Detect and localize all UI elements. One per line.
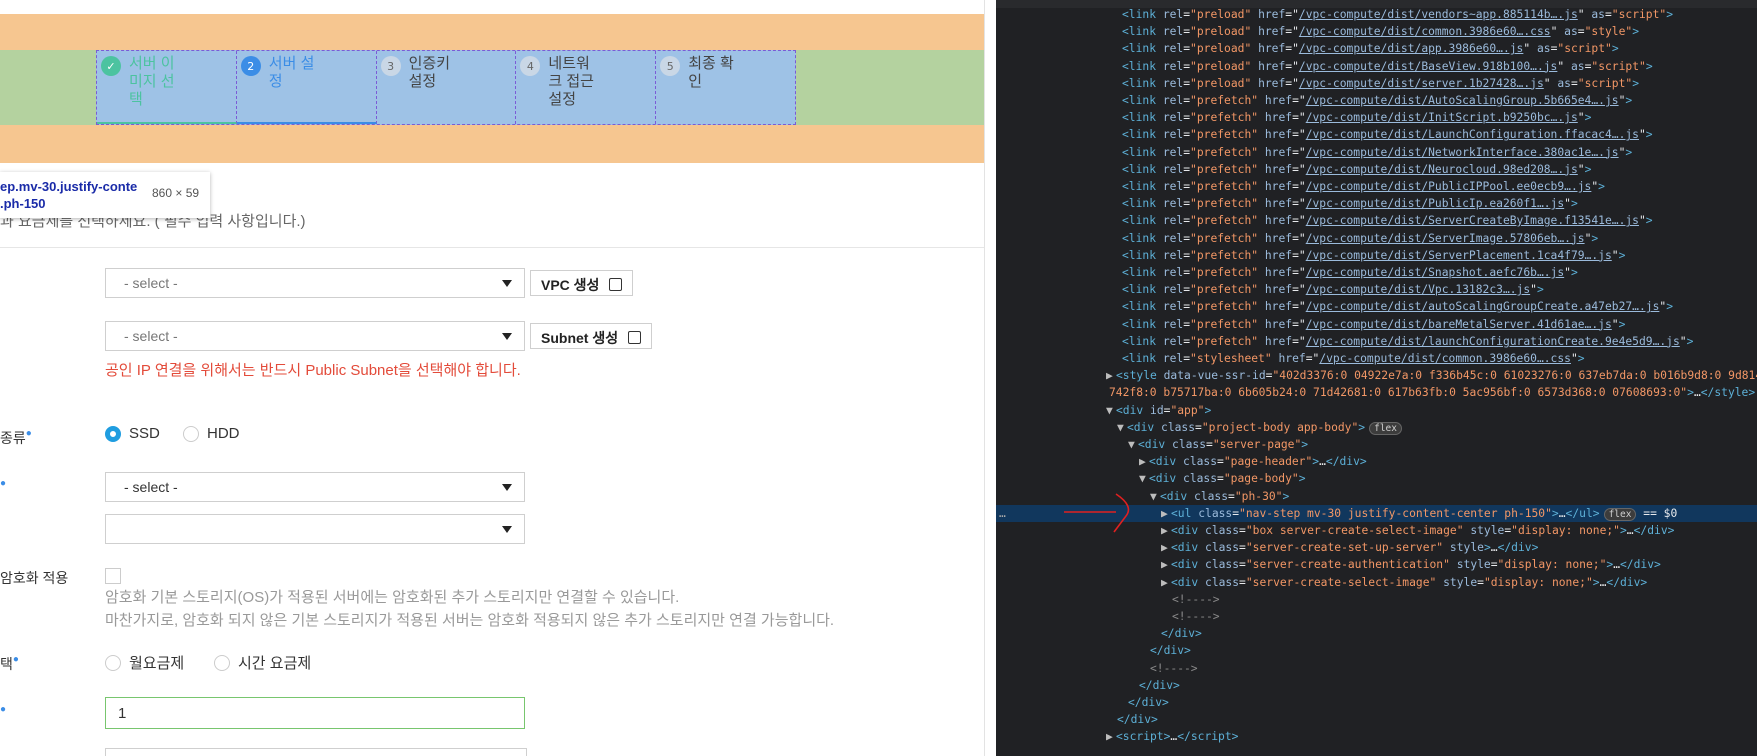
server-spec-select-2[interactable] (105, 514, 525, 544)
spec-required-mark: ● (0, 478, 6, 494)
step-number: 5 (660, 56, 681, 76)
inspector-tooltip: ep.mv-30.justify-conte .ph-150 860 × 59 (0, 172, 210, 218)
encryption-note: 암호화 기본 스토리지(OS)가 적용된 서버에는 암호화된 추가 스토리지만 … (105, 586, 834, 632)
step-label: 최종 확 인 (688, 55, 734, 90)
step-network-access[interactable]: 4 네트워 크 접근 설정 (516, 51, 657, 124)
nav-step: ✓ 서버 이 미지 선 택 2 서버 설 정 3 인증키 설정 4 네트워 크 … (96, 50, 796, 125)
step-label: 서버 이 미지 선 택 (129, 55, 175, 108)
radio-monthly-label: 월요금제 (129, 655, 185, 672)
external-link-icon (628, 331, 642, 344)
annotation-arrow (1064, 493, 1130, 533)
step-server-settings[interactable]: 2 서버 설 정 (236, 51, 377, 124)
billing-text: 택 (0, 656, 13, 672)
radio-monthly[interactable]: 월요금제 (105, 652, 184, 673)
section-divider (0, 247, 984, 248)
radio-hdd[interactable]: HDD (183, 425, 240, 442)
step-select-image[interactable]: ✓ 서버 이 미지 선 택 (97, 51, 237, 124)
more-icon[interactable]: … (999, 505, 1006, 522)
radio-hourly-label: 시간 요금제 (238, 655, 312, 672)
radio-unchecked-icon (183, 425, 199, 442)
vpc-select[interactable]: - select - (105, 268, 525, 298)
step-number: 3 (380, 56, 401, 76)
storage-type-label: 종류● (0, 428, 32, 448)
server-spec-value: - select - (124, 479, 178, 495)
radio-ssd[interactable]: SSD (105, 425, 160, 442)
subnet-select[interactable]: - select - (105, 321, 525, 351)
step-label: 서버 설 정 (268, 55, 315, 90)
billing-label: 택● (0, 654, 19, 674)
page-viewport: ✓ 서버 이 미지 선 택 2 서버 설 정 3 인증키 설정 4 네트워 크 … (0, 0, 984, 756)
caret-down-icon (502, 484, 512, 491)
radio-hourly[interactable]: 시간 요금제 (214, 652, 311, 673)
encryption-note-line1: 암호화 기본 스토리지(OS)가 적용된 서버에는 암호화된 추가 스토리지만 … (105, 589, 680, 606)
tooltip-selector: ep.mv-30.justify-conte .ph-150 (0, 179, 138, 211)
create-vpc-label: VPC 생성 (541, 277, 600, 293)
step-number: 2 (240, 56, 261, 76)
create-subnet-label: Subnet 생성 (541, 330, 619, 346)
vpc-select-value: - select - (124, 275, 178, 291)
devtools-elements-panel: <link rel="preload" href="/vpc-compute/d… (996, 0, 1757, 756)
required-dot-icon: ● (25, 428, 32, 439)
margin-overlay-top (0, 14, 984, 50)
caret-down-icon (502, 526, 512, 533)
storage-type-text: 종류 (0, 430, 26, 446)
radio-checked-icon (105, 425, 121, 442)
radio-unchecked-icon (105, 654, 121, 671)
external-link-icon (609, 278, 623, 291)
next-field-partial[interactable] (105, 748, 527, 756)
caret-down-icon (502, 280, 512, 287)
subnet-select-value: - select - (124, 328, 178, 344)
radio-hdd-label: HDD (207, 425, 240, 442)
required-dot-icon: ● (12, 654, 19, 665)
panel-divider[interactable] (984, 0, 996, 756)
radio-unchecked-icon (214, 654, 230, 671)
encryption-note-line2: 마찬가지로, 암호화 되지 않은 기본 스토리지가 적용된 서버는 암호화 적용… (105, 612, 835, 629)
required-dot-icon: ● (0, 478, 7, 489)
server-count-input[interactable]: 1 (105, 697, 525, 729)
tooltip-size: 860 × 59 (152, 186, 200, 200)
server-spec-select[interactable]: - select - (105, 472, 525, 502)
step-final-confirm[interactable]: 5 최종 확 인 (656, 51, 795, 124)
step-label: 네트워 크 접근 설정 (548, 55, 594, 108)
required-dot-icon: ● (0, 704, 7, 715)
step-auth-key[interactable]: 3 인증키 설정 (377, 51, 517, 124)
subnet-error-message: 공인 IP 연결을 위해서는 반드시 Public Subnet을 선택해야 합… (105, 362, 521, 379)
step-label: 인증키 설정 (408, 55, 450, 90)
create-subnet-button[interactable]: Subnet 생성 (530, 323, 653, 349)
check-icon: ✓ (101, 56, 121, 76)
caret-down-icon (502, 333, 512, 340)
radio-ssd-label: SSD (129, 425, 160, 442)
margin-overlay-bottom (0, 125, 984, 163)
count-required-mark: ● (0, 704, 6, 720)
encryption-label: 암호화 적용 (0, 570, 69, 586)
create-vpc-button[interactable]: VPC 생성 (530, 270, 634, 296)
encryption-checkbox[interactable] (105, 568, 121, 584)
step-number: 4 (520, 56, 541, 76)
